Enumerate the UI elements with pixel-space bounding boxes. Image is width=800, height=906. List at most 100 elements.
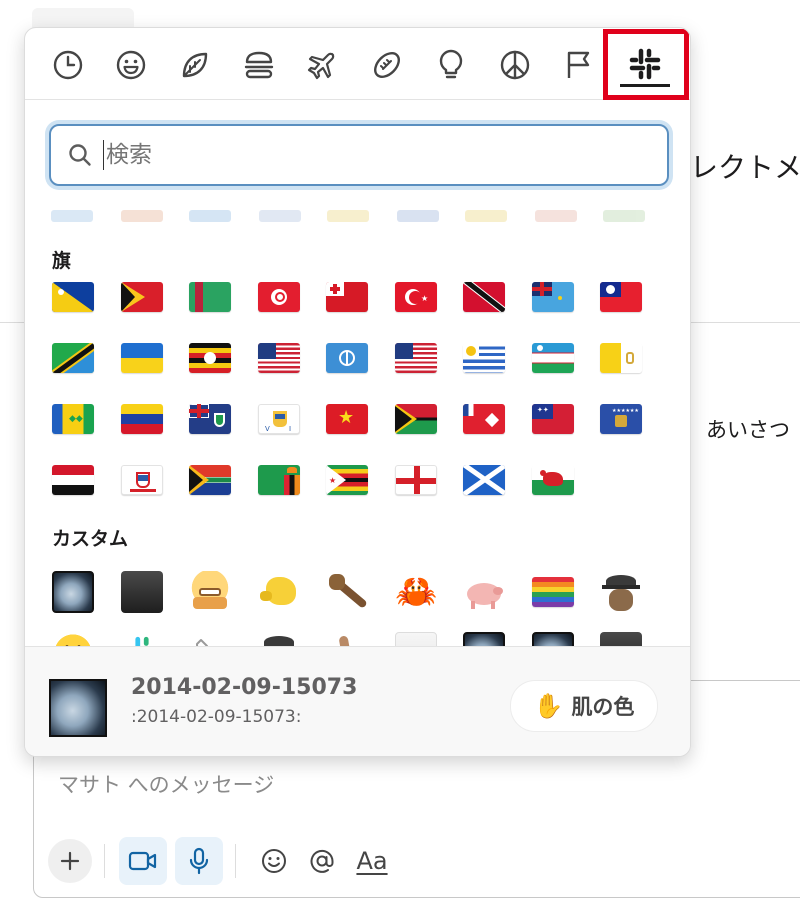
flag-south-africa[interactable] — [188, 458, 232, 502]
flag-vatican-city[interactable] — [599, 336, 643, 380]
highlight-box — [603, 29, 689, 100]
video-camera-icon — [128, 851, 157, 871]
lightbulb-icon — [439, 49, 463, 79]
skin-tone-button[interactable]: ✋ 肌の色 — [511, 681, 657, 731]
section-title-flags: 旗 — [52, 250, 72, 272]
flag-us-minor-islands[interactable] — [257, 336, 301, 380]
microphone-icon — [189, 847, 209, 875]
tab-objects[interactable] — [426, 43, 476, 87]
flag-turkmenistan[interactable] — [188, 275, 232, 319]
skin-tone-label: 肌の色 — [571, 695, 635, 719]
flag-kosovo[interactable]: ★★★★★★ — [599, 397, 643, 441]
tab-activities[interactable] — [362, 43, 412, 87]
tab-travel[interactable] — [298, 43, 348, 87]
custom-emoji-black-square-2[interactable] — [599, 631, 643, 646]
category-tabs — [25, 28, 690, 100]
smiley-icon — [262, 849, 286, 873]
rainbow-flag[interactable] — [531, 570, 575, 614]
flag-ukraine[interactable] — [120, 336, 164, 380]
flag-icon — [567, 51, 590, 78]
crab-emoji[interactable]: 🦀 — [394, 570, 438, 614]
text-cursor — [103, 140, 104, 170]
flag-wallis-futuna[interactable] — [462, 397, 506, 441]
flag-scotland[interactable] — [462, 458, 506, 502]
custom-emoji-photo-2[interactable] — [462, 631, 506, 646]
tab-food[interactable] — [234, 43, 284, 87]
background-heading-fragment: レクトメ — [690, 151, 800, 184]
audio-clip-button[interactable] — [175, 837, 223, 885]
smiley-face-emoji[interactable] — [51, 631, 95, 646]
emoji-picker: 旗 ★ ◆◆ VI ★ ✦✦ ★★★★★★ ★ — [24, 27, 691, 757]
flag-yemen[interactable] — [51, 458, 95, 502]
burger-icon — [244, 51, 274, 79]
search-icon — [67, 142, 93, 168]
custom-emoji-2014-02-09-15073[interactable] — [51, 570, 95, 614]
flag-united-states[interactable] — [394, 336, 438, 380]
flag-taiwan[interactable] — [599, 275, 643, 319]
flag-england[interactable] — [394, 458, 438, 502]
text-format-button[interactable]: Aa — [346, 837, 398, 885]
flag-zimbabwe[interactable]: ★ — [325, 458, 369, 502]
flag-samoa[interactable]: ✦✦ — [531, 397, 575, 441]
flag-tanzania[interactable] — [51, 336, 95, 380]
background-message-fragment: あいさつ — [706, 418, 790, 442]
flag-vanuatu[interactable] — [394, 397, 438, 441]
flag-turkey[interactable]: ★ — [394, 275, 438, 319]
custom-emoji-yellow-fist[interactable] — [257, 570, 301, 614]
flag-vietnam[interactable]: ★ — [325, 397, 369, 441]
video-clip-button[interactable] — [119, 837, 167, 885]
custom-emoji-detective-mole-2[interactable] — [257, 631, 301, 646]
emoji-grid: 旗 ★ ◆◆ VI ★ ✦✦ ★★★★★★ ★ カスタム 🦀 — [25, 206, 690, 646]
custom-emoji-wooden-club[interactable] — [325, 570, 369, 614]
custom-emoji-black-square[interactable] — [120, 570, 164, 614]
toolbar-divider — [104, 844, 105, 878]
emoji-preview-name: 2014-02-09-15073 — [131, 675, 358, 700]
composer-placeholder[interactable]: マサト へのメッセージ — [58, 769, 274, 799]
airplane-icon — [307, 52, 335, 80]
flag-british-virgin-islands[interactable] — [188, 397, 232, 441]
flag-tokelau[interactable] — [51, 275, 95, 319]
plus-icon — [60, 851, 80, 871]
flag-uruguay[interactable] — [462, 336, 506, 380]
scrolled-row-remnant — [51, 206, 671, 222]
emoji-preview-footer: 2014-02-09-15073 :2014-02-09-15073: ✋ 肌の… — [25, 646, 690, 756]
tab-smileys[interactable] — [106, 43, 156, 87]
flag-tunisia[interactable] — [257, 275, 301, 319]
flag-st-vincent[interactable]: ◆◆ — [51, 397, 95, 441]
emoji-preview-image — [49, 679, 107, 737]
tab-recent[interactable] — [43, 43, 93, 87]
grimacing-face-emoji[interactable] — [188, 570, 232, 614]
flag-united-nations[interactable] — [325, 336, 369, 380]
tab-nature[interactable] — [170, 43, 220, 87]
tab-flags[interactable] — [554, 43, 604, 87]
custom-emoji-blank-square[interactable] — [394, 631, 438, 646]
emoji-search-input[interactable] — [106, 142, 606, 168]
custom-emoji-photo-3[interactable] — [531, 631, 575, 646]
emoji-search-box[interactable] — [49, 124, 669, 186]
flag-us-virgin-islands[interactable]: VI — [257, 397, 301, 441]
composer-toolbar: Aa — [48, 835, 398, 887]
flag-uganda[interactable] — [188, 336, 232, 380]
flag-timor-leste[interactable] — [120, 275, 164, 319]
add-attachment-button[interactable] — [48, 839, 92, 883]
toolbar-divider — [235, 844, 236, 878]
flag-tonga[interactable] — [325, 275, 369, 319]
slack-logo-emoji[interactable] — [120, 631, 164, 646]
flag-zambia[interactable] — [257, 458, 301, 502]
flag-uzbekistan[interactable] — [531, 336, 575, 380]
pig-emoji[interactable] — [462, 570, 506, 614]
mention-button[interactable] — [298, 837, 346, 885]
flag-trinidad-tobago[interactable] — [462, 275, 506, 319]
clock-icon — [53, 50, 83, 80]
emoji-button[interactable] — [250, 837, 298, 885]
tab-symbols[interactable] — [490, 43, 540, 87]
phone-receiver-emoji[interactable] — [188, 631, 232, 646]
flag-mayotte[interactable] — [120, 458, 164, 502]
thumbs-up-emoji[interactable] — [325, 631, 369, 646]
flag-wales[interactable] — [531, 458, 575, 502]
flag-tuvalu[interactable] — [531, 275, 575, 319]
custom-emoji-detective-mole[interactable] — [599, 570, 643, 614]
flag-venezuela[interactable] — [120, 397, 164, 441]
raised-hand-icon: ✋ — [533, 692, 564, 720]
section-title-custom: カスタム — [52, 528, 129, 550]
